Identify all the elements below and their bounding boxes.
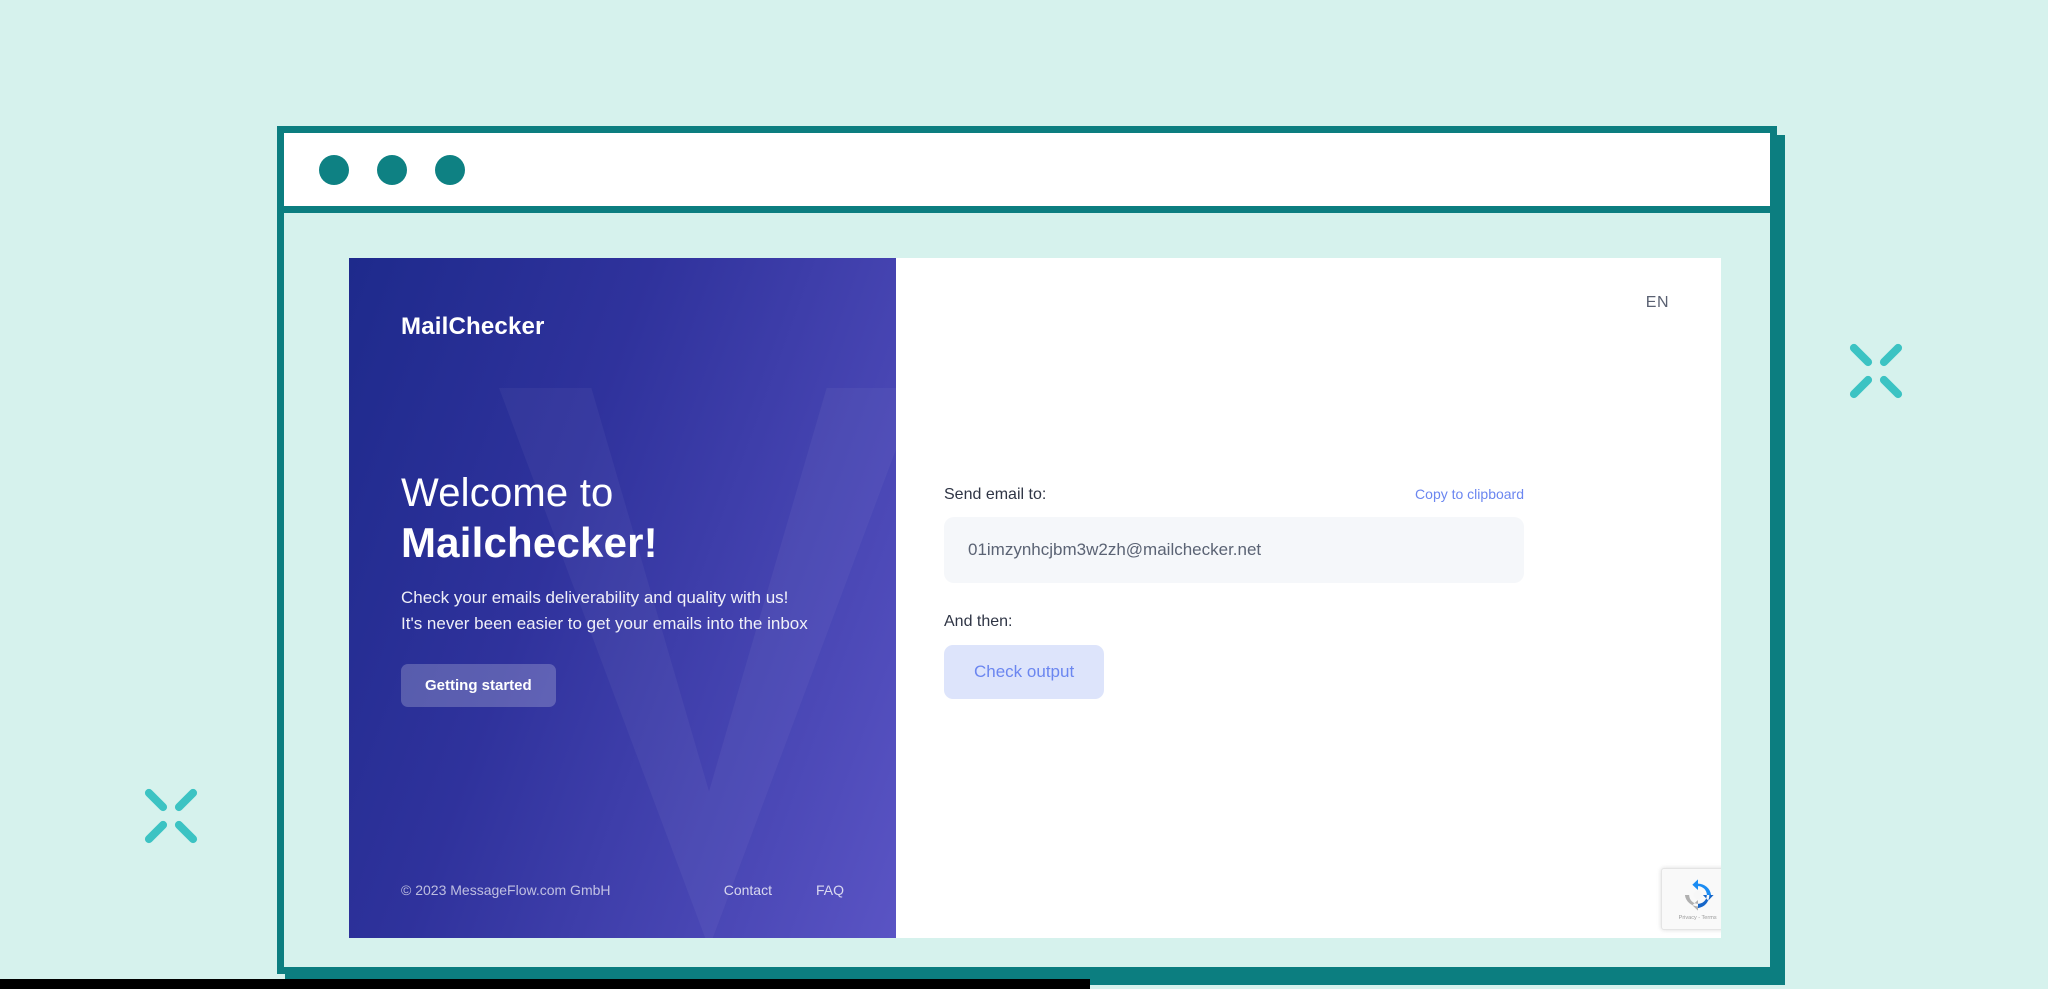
check-output-button[interactable]: Check output (944, 645, 1105, 699)
mailchecker-app: MailChecker Welcome to Mailchecker! Chec… (349, 258, 1721, 938)
hero-headline-line2: Mailchecker! (401, 518, 658, 566)
sparkle-dash-top-left (1848, 342, 1874, 368)
recaptcha-badge[interactable]: Privacy - Terms (1661, 868, 1721, 930)
sparkle-dash-top-right (173, 787, 199, 813)
browser-viewport: MailChecker Welcome to Mailchecker! Chec… (284, 213, 1770, 967)
copy-to-clipboard-button[interactable]: Copy to clipboard (1415, 486, 1524, 502)
email-form-area: Send email to: Copy to clipboard 01imzyn… (944, 486, 1524, 699)
recaptcha-icon (1684, 878, 1714, 911)
send-email-row: Send email to: Copy to clipboard (944, 486, 1524, 504)
bottom-black-strip (0, 979, 1090, 989)
hero-subtitle-line1: Check your emails deliverability and qua… (401, 588, 789, 608)
hero-content: MailChecker Welcome to Mailchecker! Chec… (349, 258, 896, 938)
copyright-text: © 2023 MessageFlow.com GmbH (401, 881, 611, 898)
footer-link-contact[interactable]: Contact (724, 882, 772, 898)
generated-email-address[interactable]: 01imzynhcjbm3w2zh@mailchecker.net (944, 517, 1524, 583)
hero-panel: MailChecker Welcome to Mailchecker! Chec… (349, 258, 896, 938)
hero-footer: © 2023 MessageFlow.com GmbH Contact FAQ (401, 882, 844, 898)
browser-titlebar (284, 133, 1770, 213)
hero-headline-line1: Welcome to (401, 470, 614, 515)
window-dot-minimize-icon[interactable] (377, 154, 407, 185)
window-dot-close-icon[interactable] (319, 154, 349, 185)
and-then-label: And then: (944, 613, 1013, 630)
hero-subtitle-line2: It's never been easier to get your email… (401, 614, 808, 634)
content-panel: EN Send email to: Copy to clipboard 01im… (896, 258, 1721, 938)
sparkle-dash-bottom-right (173, 819, 199, 845)
send-email-label: Send email to: (944, 486, 1047, 503)
sparkle-dash-top-left (143, 787, 169, 813)
language-selector[interactable]: EN (1646, 294, 1669, 312)
sparkle-dash-top-right (1878, 342, 1904, 368)
sparkle-decoration-right (1845, 340, 1907, 402)
footer-link-faq[interactable]: FAQ (816, 882, 844, 898)
getting-started-button[interactable]: Getting started (401, 663, 556, 707)
window-dot-maximize-icon[interactable] (435, 154, 465, 185)
sparkle-dash-bottom-left (1848, 374, 1874, 400)
sparkle-decoration-left (140, 785, 202, 847)
hero-footer-links: Contact FAQ (724, 882, 844, 898)
recaptcha-legal-text: Privacy - Terms (1679, 914, 1717, 921)
sparkle-dash-bottom-left (143, 819, 169, 845)
sparkle-dash-bottom-right (1878, 374, 1904, 400)
browser-window: MailChecker Welcome to Mailchecker! Chec… (277, 126, 1777, 974)
brand-logo: MailChecker (401, 313, 545, 340)
hero-text-block: Welcome to Mailchecker! Check your email… (401, 429, 844, 707)
